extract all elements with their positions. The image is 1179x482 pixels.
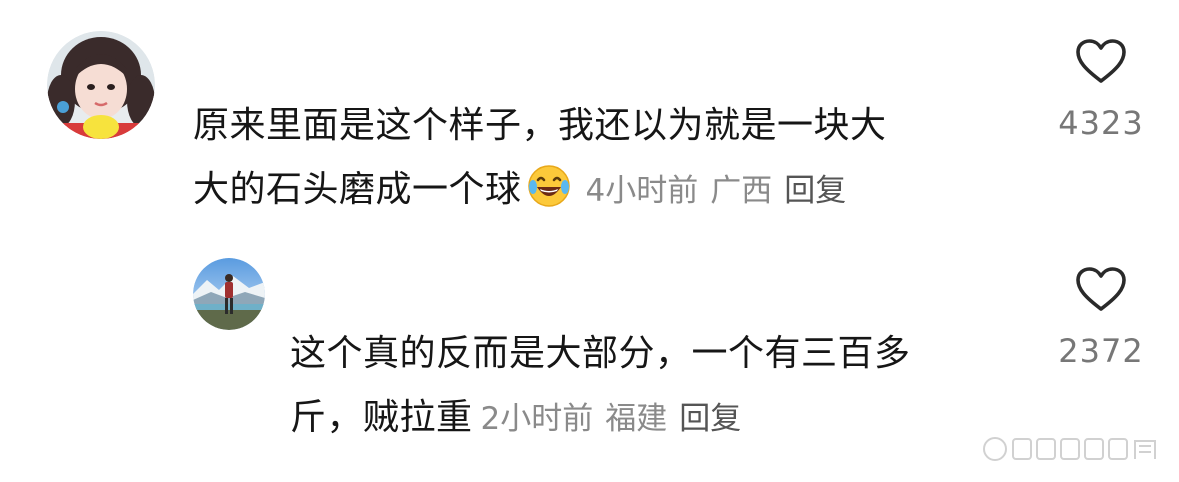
comment-line: 这个真的反而是大部分，一个有三百多 bbox=[290, 333, 911, 374]
reply-button[interactable]: 回复 bbox=[679, 401, 741, 437]
avatar[interactable] bbox=[47, 31, 155, 139]
comment-text: 这个真的反而是大部分，一个有三百多 斤，贼拉重 2小时前 福建 回复 bbox=[290, 322, 1030, 451]
like-button[interactable]: 4323 bbox=[1046, 38, 1156, 142]
comment-line-with-meta: 斤，贼拉重 2小时前 福建 回复 bbox=[290, 386, 1030, 451]
comment-time: 2小时前 bbox=[480, 401, 594, 437]
heart-outline-icon bbox=[1076, 267, 1126, 311]
like-count: 4323 bbox=[1058, 104, 1144, 142]
reply-button[interactable]: 回复 bbox=[784, 173, 846, 209]
comment-line: 原来里面是这个样子，我还以为就是一块大 bbox=[193, 105, 887, 146]
avatar-image bbox=[47, 31, 155, 139]
avatar[interactable] bbox=[193, 258, 265, 330]
comment-location: 广西 bbox=[710, 173, 773, 209]
comment-line-with-meta: 大的石头磨成一个球 4小时前 广西 回复 bbox=[193, 158, 1023, 223]
heart-outline-icon bbox=[1076, 39, 1126, 83]
comment-location: 福建 bbox=[605, 401, 668, 437]
like-count: 2372 bbox=[1058, 332, 1144, 370]
comment-line: 斤，贼拉重 bbox=[290, 397, 473, 438]
comment-time: 4小时前 bbox=[585, 173, 699, 209]
comment-meta: 2小时前 福建 回复 bbox=[481, 401, 754, 437]
laughing-tears-emoji-icon bbox=[527, 165, 570, 207]
watermark-icon bbox=[979, 432, 1169, 470]
comment-text: 原来里面是这个样子，我还以为就是一块大 大的石头磨成一个球 4小时前 广西 回复 bbox=[193, 94, 1023, 223]
avatar-image bbox=[193, 258, 265, 330]
comment-meta: 4小时前 广西 回复 bbox=[586, 173, 859, 209]
comment-line: 大的石头磨成一个球 bbox=[193, 169, 522, 210]
like-button[interactable]: 2372 bbox=[1046, 266, 1156, 370]
